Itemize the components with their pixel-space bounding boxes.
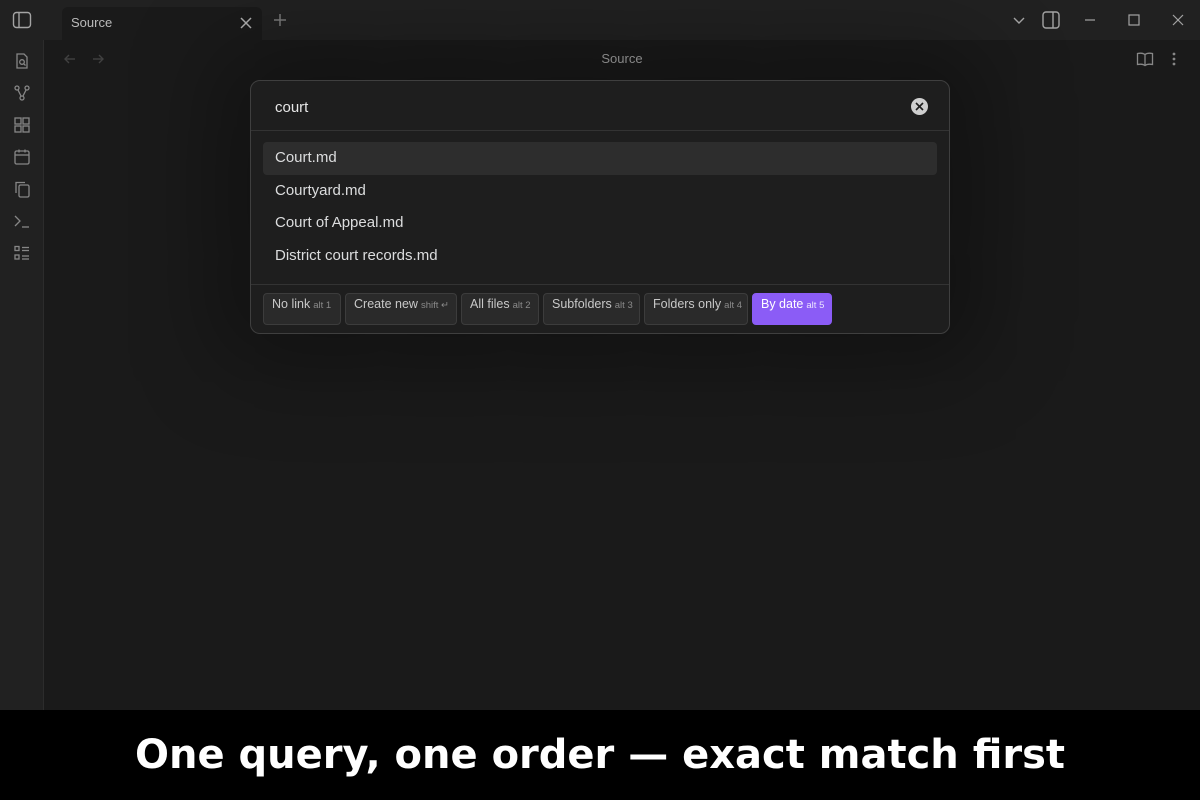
chip-hint: alt 4 — [724, 300, 743, 311]
create-new-button[interactable]: Create new shift ↵ — [345, 293, 457, 325]
chip-hint: alt 2 — [512, 300, 531, 311]
chip-label: All files — [470, 297, 510, 311]
all-files-button[interactable]: All files alt 2 — [461, 293, 539, 325]
chip-label: Subfolders — [552, 297, 612, 311]
chip-label: By date — [761, 297, 804, 311]
chip-hint: alt 3 — [614, 300, 633, 311]
result-item[interactable]: Court.md — [263, 142, 937, 175]
result-item[interactable]: Court of Appeal.md — [263, 207, 937, 240]
result-item[interactable]: District court records.md — [263, 240, 937, 273]
file-search-modal: Court.md Courtyard.md Court of Appeal.md… — [250, 80, 950, 334]
result-item[interactable]: Courtyard.md — [263, 175, 937, 208]
search-row — [251, 81, 949, 131]
clear-search-button[interactable] — [911, 98, 928, 115]
caption-text: One query, one order — exact match first — [134, 732, 1066, 778]
chip-hint: shift ↵ — [420, 300, 449, 311]
chip-label: Folders only — [653, 297, 722, 311]
options-bar: No link alt 1 Create new shift ↵ All files… — [251, 284, 949, 334]
chip-label: No link — [272, 297, 311, 311]
chip-hint: alt 5 — [806, 300, 825, 311]
caption-bar: One query, one order — exact match first — [0, 710, 1200, 800]
chip-hint: alt 1 — [313, 300, 332, 311]
by-date-button[interactable]: By date alt 5 — [752, 293, 832, 325]
subfolders-button[interactable]: Subfolders alt 3 — [543, 293, 640, 325]
results-list: Court.md Courtyard.md Court of Appeal.md… — [263, 142, 937, 272]
chip-label: Create new — [354, 297, 418, 311]
no-link-button[interactable]: No link alt 1 — [263, 293, 341, 325]
search-input[interactable] — [275, 95, 895, 119]
folders-only-button[interactable]: Folders only alt 4 — [644, 293, 748, 325]
